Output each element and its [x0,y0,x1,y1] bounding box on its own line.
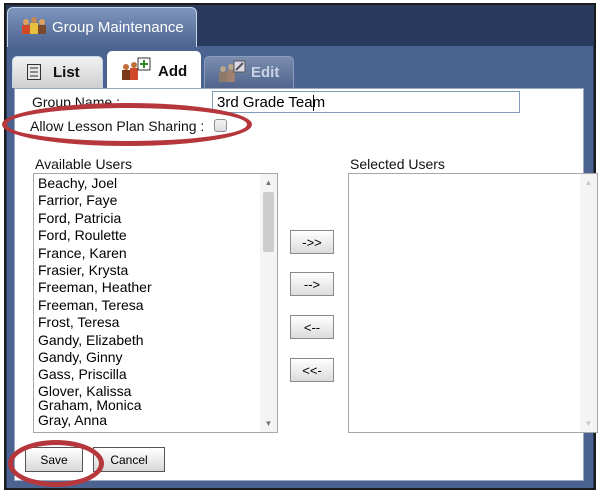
scroll-up-icon: ▲ [584,178,593,187]
remove-button[interactable]: <-- [290,315,334,339]
list-icon [27,64,41,80]
scroll-thumb[interactable] [263,192,274,252]
window-title-tab: Group Maintenance [7,7,197,47]
list-item[interactable]: Farrior, Faye [38,192,259,209]
selected-users-scrollbar[interactable]: ▲ ▼ [580,174,597,432]
group-edit-icon [219,60,246,82]
window-title: Group Maintenance [52,19,184,36]
list-item[interactable]: Graham, Monica [38,398,259,412]
list-item[interactable]: Ford, Patricia [38,210,259,227]
tab-add-label: Add [158,63,188,80]
group-add-icon [122,57,151,80]
tab-add[interactable]: Add [107,51,201,88]
allow-sharing-label: Allow Lesson Plan Sharing : [30,118,205,134]
group-name-input[interactable] [212,91,520,113]
selected-users-label: Selected Users [350,156,445,172]
scroll-up-icon[interactable]: ▲ [260,174,277,191]
list-item[interactable]: Freeman, Teresa [38,297,259,314]
selected-users-list[interactable]: ▲ ▼ [348,173,598,433]
available-users-list[interactable]: Beachy, Joel Farrior, Faye Ford, Patrici… [33,173,278,433]
remove-all-button[interactable]: <<- [290,358,334,382]
group-name-label: Group Name : [32,94,120,110]
available-users-label: Available Users [35,156,133,172]
group-icon [22,17,46,34]
list-item[interactable]: Frasier, Krysta [38,262,259,279]
list-item[interactable]: Gass, Priscilla [38,366,259,383]
save-button[interactable]: Save [25,447,83,472]
list-item[interactable]: Glover, Kalissa [38,384,259,398]
tab-edit-label: Edit [251,64,280,81]
list-item[interactable]: Ford, Roulette [38,227,259,244]
list-item[interactable]: Frost, Teresa [38,314,259,331]
tab-list-label: List [53,64,80,81]
scroll-down-icon[interactable]: ▼ [260,415,277,432]
list-item[interactable]: France, Karen [38,245,259,262]
list-item[interactable]: Gray, Anna [38,412,259,429]
list-item[interactable]: Gandy, Ginny [38,349,259,366]
scroll-down-icon: ▼ [584,419,593,428]
list-item[interactable]: Freeman, Heather [38,279,259,296]
text-cursor [313,95,314,111]
allow-sharing-checkbox[interactable] [214,119,227,132]
tab-list[interactable]: List [12,56,103,88]
add-button[interactable]: --> [290,272,334,296]
tab-edit[interactable]: Edit [204,56,294,88]
available-users-scrollbar[interactable]: ▲ ▼ [260,174,277,432]
add-all-button[interactable]: ->> [290,230,334,254]
list-item[interactable]: Beachy, Joel [38,175,259,192]
cancel-button[interactable]: Cancel [93,447,165,472]
list-item[interactable]: Gandy, Elizabeth [38,332,259,349]
